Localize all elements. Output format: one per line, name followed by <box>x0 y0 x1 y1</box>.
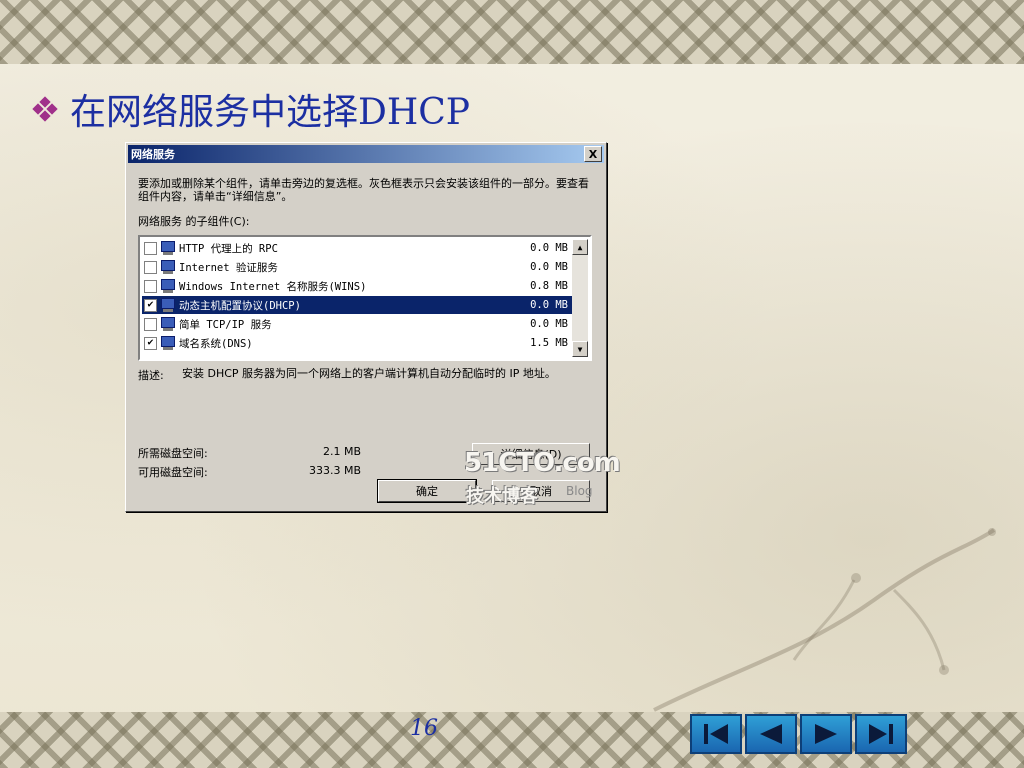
component-checkbox[interactable] <box>144 317 157 331</box>
disk-free-value: 333.3 MB <box>308 464 361 477</box>
last-slide-button[interactable] <box>855 714 907 754</box>
previous-slide-icon <box>760 724 782 744</box>
list-item[interactable]: HTTP 代理上的 RPC 0.0 MB <box>142 239 572 257</box>
component-checkbox[interactable] <box>144 241 157 255</box>
dialog-title: 网络服务 <box>131 148 175 161</box>
dialog-titlebar[interactable]: 网络服务 X <box>128 145 604 163</box>
page-number: 16 <box>410 716 438 741</box>
list-item[interactable]: Windows Internet 名称服务(WINS) 0.8 MB <box>142 277 572 295</box>
network-computer-icon <box>160 336 176 350</box>
list-scrollbar[interactable]: ▲ ▼ <box>572 239 588 357</box>
component-size: 1.5 MB <box>530 337 568 349</box>
network-computer-icon <box>160 298 176 312</box>
components-label: 网络服务 的子组件(C): <box>138 215 250 228</box>
component-name: 域名系统(DNS) <box>179 337 253 350</box>
description-text: 安装 DHCP 服务器为同一个网络上的客户端计算机自动分配临时的 IP 地址。 <box>182 367 556 380</box>
network-computer-icon <box>160 317 176 331</box>
component-name: HTTP 代理上的 RPC <box>179 242 278 255</box>
diamond-bullet-icon <box>32 96 58 122</box>
close-icon: X <box>588 147 598 161</box>
network-computer-icon <box>160 279 176 293</box>
next-slide-button[interactable] <box>800 714 852 754</box>
components-list[interactable]: HTTP 代理上的 RPC 0.0 MB Internet 验证服务 0.0 M… <box>138 235 592 361</box>
component-name: Windows Internet 名称服务(WINS) <box>179 280 367 293</box>
watermark-sub: 技术博客 <box>466 486 538 507</box>
component-size: 0.8 MB <box>530 280 568 292</box>
slide-heading: 在网络服务中选择DHCP <box>32 84 471 134</box>
component-size: 0.0 MB <box>530 261 568 273</box>
description-label: 描述: <box>138 369 164 382</box>
next-slide-icon <box>815 724 837 744</box>
component-checkbox-checked[interactable]: ✔ <box>144 336 157 350</box>
component-checkbox-checked[interactable]: ✔ <box>144 298 157 312</box>
dialog-description: 要添加或删除某个组件，请单击旁边的复选框。灰色框表示只会安装该组件的一部分。要查… <box>138 177 589 203</box>
disk-required-label: 所需磁盘空间: <box>138 447 208 460</box>
ink-branch-decoration <box>653 528 996 712</box>
top-decorative-border <box>0 0 1024 64</box>
component-checkbox[interactable] <box>144 260 157 274</box>
list-item[interactable]: Internet 验证服务 0.0 MB <box>142 258 572 276</box>
component-checkbox[interactable] <box>144 279 157 293</box>
disk-required-value: 2.1 MB <box>322 445 361 458</box>
watermark-main: 51CTO.com <box>464 448 621 478</box>
list-item-selected[interactable]: ✔ 动态主机配置协议(DHCP) 0.0 MB <box>142 296 572 314</box>
disk-free-label: 可用磁盘空间: <box>138 466 208 479</box>
heading-text: 在网络服务中选择DHCP <box>70 92 471 133</box>
last-slide-icon <box>869 724 893 744</box>
list-item[interactable]: ✔ 域名系统(DNS) 1.5 MB <box>142 334 572 352</box>
first-slide-icon <box>704 724 728 744</box>
component-name: 动态主机配置协议(DHCP) <box>179 299 301 312</box>
ok-button[interactable]: 确定 <box>377 479 477 503</box>
network-computer-icon <box>160 241 176 255</box>
scroll-down-icon[interactable]: ▼ <box>572 341 588 357</box>
list-item[interactable]: 简单 TCP/IP 服务 0.0 MB <box>142 315 572 333</box>
first-slide-button[interactable] <box>690 714 742 754</box>
component-name: 简单 TCP/IP 服务 <box>179 318 272 331</box>
network-computer-icon <box>160 260 176 274</box>
previous-slide-button[interactable] <box>745 714 797 754</box>
component-size: 0.0 MB <box>530 318 568 330</box>
component-name: Internet 验证服务 <box>179 261 278 274</box>
component-size: 0.0 MB <box>530 242 568 254</box>
watermark: 51CTO.com 技术博客 Blog <box>464 448 621 510</box>
watermark-blog: Blog <box>566 484 593 498</box>
close-button[interactable]: X <box>584 146 602 162</box>
component-size: 0.0 MB <box>530 299 568 311</box>
scroll-up-icon[interactable]: ▲ <box>572 239 588 255</box>
